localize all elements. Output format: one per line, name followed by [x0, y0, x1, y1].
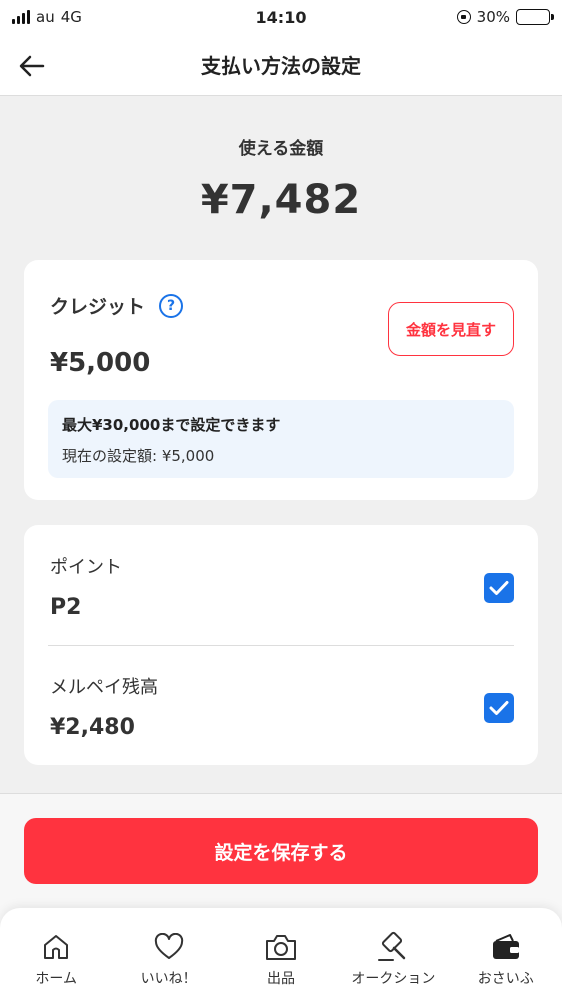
points-checkbox[interactable]	[484, 573, 514, 603]
camera-icon	[265, 935, 296, 960]
credit-title: クレジット	[50, 296, 146, 318]
carrier-name: au	[36, 8, 55, 26]
network-type: 4G	[60, 8, 82, 26]
back-button[interactable]	[12, 46, 52, 86]
credit-card: クレジット ? 金額を見直す ¥5,000 最大¥30,000まで設定できます …	[24, 260, 538, 500]
battery-percent: 30%	[476, 8, 510, 26]
limit-current-text: 現在の設定額: ¥5,000	[62, 447, 215, 465]
heart-icon	[154, 933, 183, 959]
available-label: 使える金額	[238, 139, 324, 159]
signal-icon	[12, 10, 30, 24]
battery-icon	[516, 9, 554, 25]
tab-label: ホーム	[35, 971, 77, 987]
available-amount: ¥7,482	[200, 177, 362, 223]
source-amount: P2	[50, 595, 82, 620]
status-bar: au 4G 14:10 30%	[0, 0, 562, 34]
tab-sell[interactable]: 出品	[231, 930, 331, 999]
tab-auction[interactable]: オークション	[343, 930, 443, 999]
save-settings-button[interactable]: 設定を保存する	[24, 818, 538, 884]
credit-amount: ¥5,000	[50, 348, 151, 378]
app-header: 支払い方法の設定	[0, 34, 562, 96]
tab-likes[interactable]: いいね！	[119, 930, 219, 999]
source-label: ポイント	[50, 557, 122, 578]
tab-wallet[interactable]: おさいふ	[456, 930, 556, 999]
balance-checkbox[interactable]	[484, 693, 514, 723]
source-row-balance: メルペイ残高 ¥2,480	[24, 645, 538, 765]
check-icon	[489, 581, 509, 595]
status-right: 30%	[456, 8, 554, 26]
page-title: 支払い方法の設定	[201, 54, 361, 78]
home-icon	[44, 935, 69, 959]
credit-limit-info: 最大¥30,000まで設定できます 現在の設定額: ¥5,000	[48, 400, 514, 478]
orientation-lock-icon	[456, 10, 471, 24]
arrow-left-icon	[19, 55, 45, 77]
status-left: au 4G	[12, 8, 82, 26]
review-amount-button[interactable]: 金額を見直す	[388, 302, 514, 356]
tab-label: オークション	[351, 971, 436, 987]
tab-label: 出品	[266, 971, 295, 987]
bottom-tab-bar: ホーム いいね！ 出品 オークション おさいふ	[0, 908, 562, 999]
source-row-points: ポイント P2	[24, 525, 538, 645]
wallet-icon	[492, 934, 519, 959]
source-label: メルペイ残高	[50, 677, 158, 698]
question-circle-icon[interactable]: ?	[159, 293, 184, 318]
tab-label: いいね！	[140, 971, 197, 987]
tab-label: おさいふ	[477, 971, 534, 987]
status-time: 14:10	[255, 7, 307, 27]
check-icon	[489, 701, 509, 715]
available-balance: 使える金額 ¥7,482	[0, 96, 562, 260]
tab-home[interactable]: ホーム	[6, 930, 106, 999]
source-amount: ¥2,480	[50, 715, 135, 740]
payment-sources-card: ポイント P2 メルペイ残高 ¥2,480	[24, 525, 538, 765]
limit-max-text: 最大¥30,000まで設定できます	[62, 416, 281, 434]
credit-header: クレジット ?	[50, 292, 184, 319]
gavel-icon	[378, 931, 406, 961]
